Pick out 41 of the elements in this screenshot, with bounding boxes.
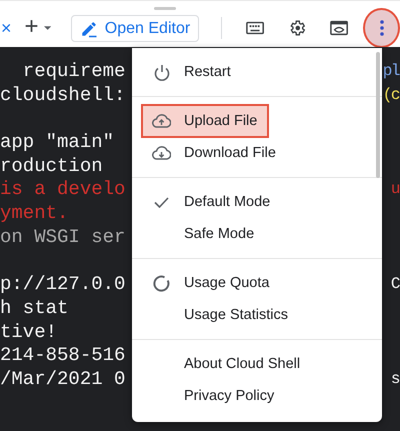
- menu-item[interactable]: Usage Quota: [132, 267, 382, 299]
- menu-item[interactable]: Restart: [132, 56, 382, 88]
- terminal-text: roduction: [0, 154, 103, 178]
- more-button[interactable]: [363, 8, 400, 48]
- power-icon: [154, 64, 170, 80]
- terminal-text: requireme: [22, 60, 126, 84]
- menu-item[interactable]: Usage Statistics: [132, 299, 382, 331]
- terminal-text: on WSGI ser: [0, 226, 126, 250]
- terminal-text: cloudshell:: [0, 84, 126, 108]
- menu-item[interactable]: About Cloud Shell: [132, 348, 382, 380]
- terminal-text: app "main": [0, 131, 114, 155]
- more-icon: [380, 20, 384, 36]
- terminal-text: p://127.0.0: [0, 273, 126, 297]
- web-preview-icon[interactable]: [330, 20, 348, 36]
- menu-item[interactable]: Default Mode: [132, 186, 382, 218]
- terminal-text: h stat: [0, 296, 68, 321]
- terminal-text: s: [390, 368, 399, 390]
- terminal-text: tive!: [0, 320, 58, 344]
- terminal-text: yment.: [0, 202, 68, 226]
- terminal-text: 214-858-516: [0, 344, 126, 368]
- caret-icon[interactable]: [44, 26, 51, 30]
- keyboard-icon[interactable]: [246, 21, 264, 35]
- scrollbar[interactable]: [376, 52, 380, 178]
- pencil-icon: [80, 20, 98, 38]
- menu-item[interactable]: Privacy Policy: [132, 380, 382, 412]
- menu-item[interactable]: Download File: [132, 137, 382, 169]
- add-tab-button[interactable]: +: [24, 15, 39, 39]
- open-editor-button[interactable]: Open Editor: [70, 15, 200, 42]
- terminal-text: pl: [382, 61, 399, 82]
- close-tab-button[interactable]: ×: [1, 18, 12, 38]
- terminal-text: (c: [382, 84, 399, 106]
- loading-icon: [153, 274, 170, 292]
- terminal-text: u: [390, 179, 399, 200]
- terminal-text: is a develo: [0, 178, 126, 202]
- menu-item[interactable]: Safe Mode: [132, 218, 382, 250]
- settings-icon[interactable]: [288, 18, 306, 38]
- cloud-upload-icon: [152, 114, 171, 128]
- terminal-text: C: [390, 274, 399, 296]
- terminal-text: /Mar/2021 0: [0, 368, 126, 392]
- cloud-download-icon: [152, 146, 171, 160]
- drag-handle[interactable]: [154, 7, 176, 10]
